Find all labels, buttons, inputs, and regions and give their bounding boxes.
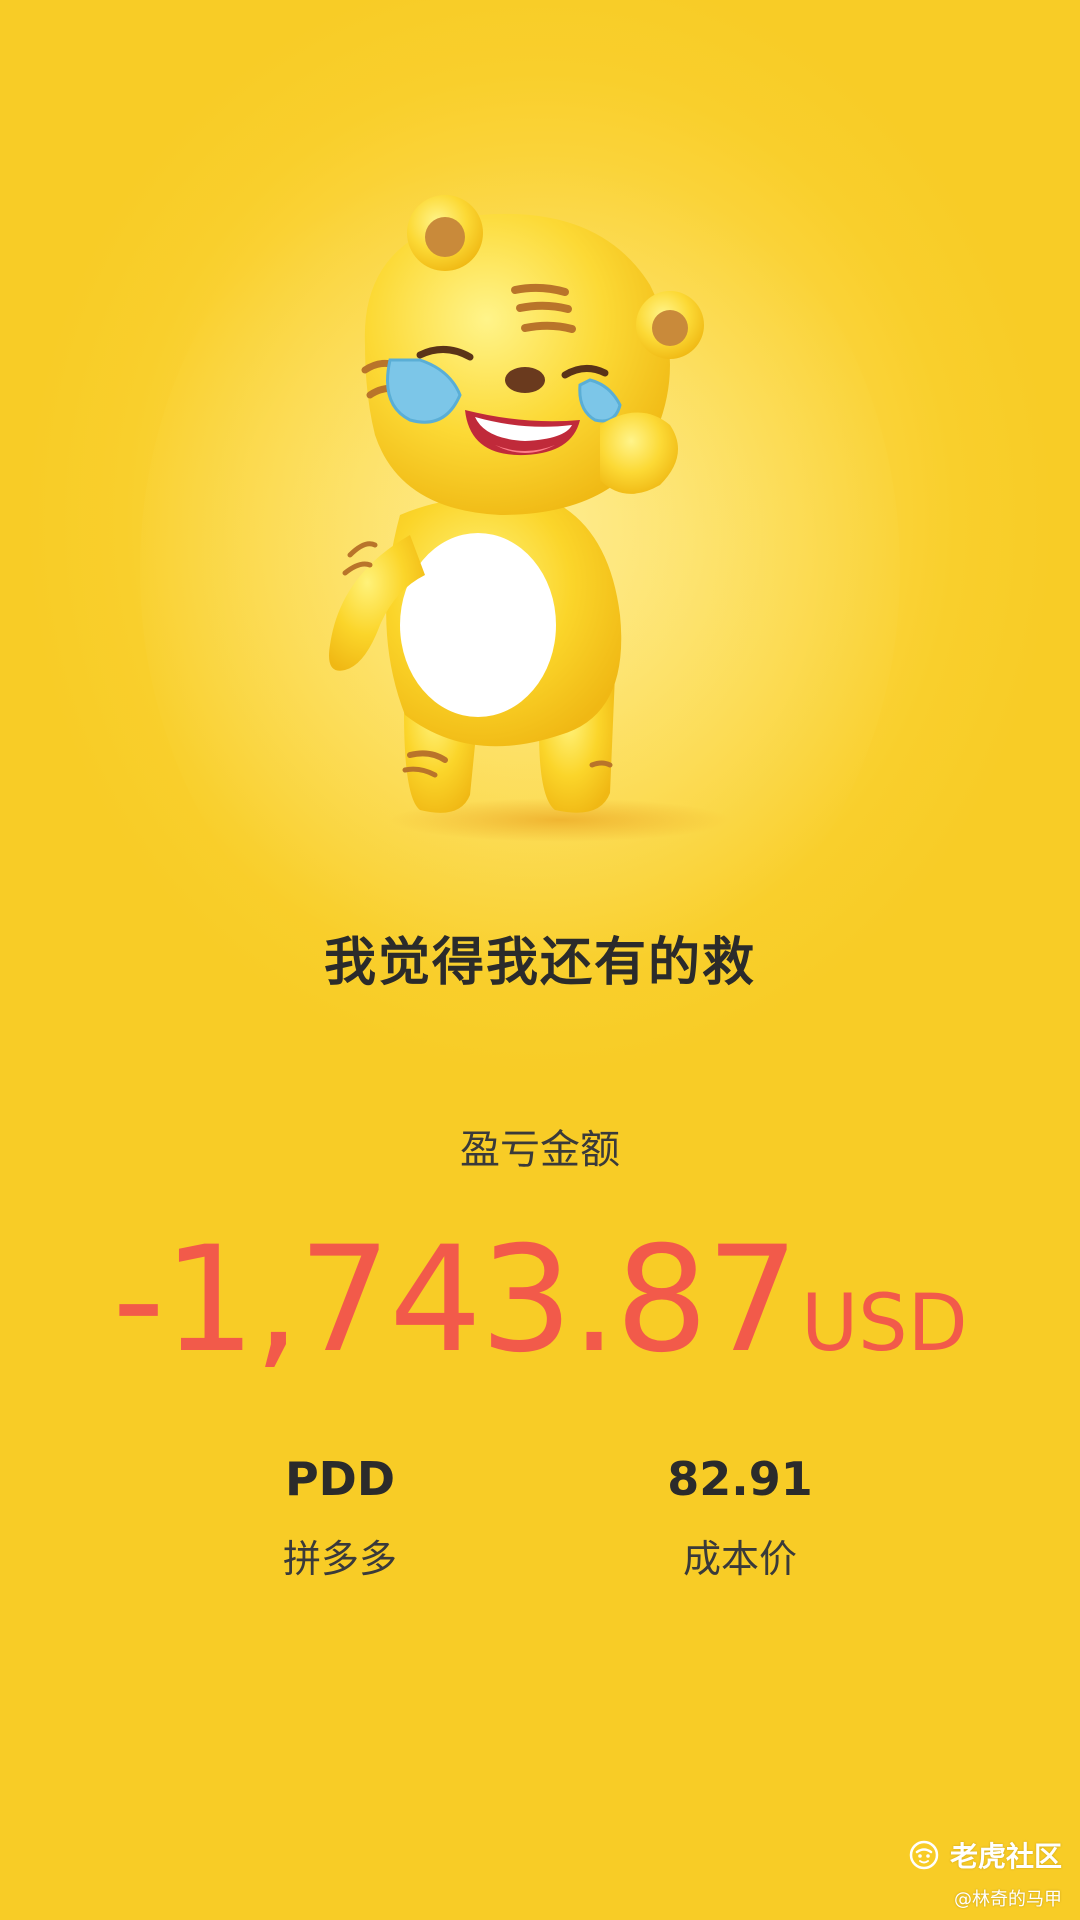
watermark-user: @林奇的马甲 bbox=[954, 1889, 1062, 1910]
stock-info: PDD 拼多多 bbox=[190, 1452, 490, 1583]
watermark-brand-row: 老虎社区 bbox=[908, 1835, 1062, 1875]
pl-amount: -1,743.87 bbox=[112, 1215, 799, 1385]
pl-label: 盈亏金额 bbox=[460, 1127, 620, 1173]
cost-info: 82.91 成本价 bbox=[590, 1452, 890, 1583]
pl-currency: USD bbox=[801, 1279, 968, 1369]
tiger-logo-icon bbox=[909, 1840, 939, 1870]
stock-symbol: PDD bbox=[284, 1452, 396, 1506]
watermark-brand: 老虎社区 bbox=[949, 1840, 1062, 1873]
stock-name: 拼多多 bbox=[282, 1537, 397, 1581]
watermark: 老虎社区 @林奇的马甲 bbox=[908, 1835, 1062, 1911]
cost-value: 82.91 bbox=[667, 1452, 813, 1506]
result-headline: 我觉得我还有的救 bbox=[323, 933, 756, 993]
cost-label: 成本价 bbox=[682, 1537, 797, 1581]
crying-tiger-mascot-icon bbox=[329, 195, 730, 842]
pl-amount-row: -1,743.87USD bbox=[0, 1215, 1080, 1385]
